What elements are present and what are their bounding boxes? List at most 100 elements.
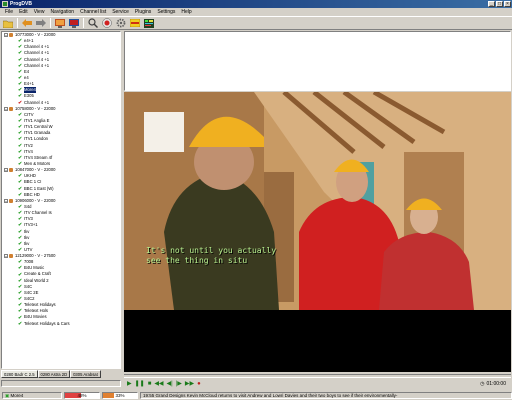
minimize-button[interactable]: _	[488, 1, 495, 7]
tab-arabsat[interactable]: 0305 Arabsat	[70, 370, 101, 378]
channel-status-icon: ✔	[18, 81, 23, 88]
menu-plugins[interactable]: Plugins	[132, 9, 154, 15]
channel-status-icon: ✔	[18, 246, 23, 253]
menu-help[interactable]: Help	[178, 9, 194, 15]
channel-status-icon: ✔	[18, 289, 23, 296]
scroll-bar[interactable]	[1, 380, 121, 387]
channel-status-icon: ✔	[18, 75, 23, 82]
play-icon[interactable]: ▶	[127, 380, 132, 388]
satellite-icon	[9, 106, 13, 111]
channel-status-icon: ✔	[18, 216, 23, 223]
monitor-icon[interactable]	[69, 18, 79, 28]
rewind-icon[interactable]: ◀◀	[154, 380, 163, 388]
collapse-icon[interactable]: −	[4, 254, 8, 259]
fast-rewind-icon[interactable]: ◀|	[167, 380, 173, 388]
subtitle: It's not until you actually see the thin…	[146, 246, 276, 266]
tab-badr[interactable]: 0280 Badr C 2.5	[1, 370, 38, 378]
channel-status-icon: ✔	[18, 302, 23, 309]
channel-status-icon: ✔	[18, 296, 23, 303]
menu-settings[interactable]: Settings	[154, 9, 178, 15]
forward-icon[interactable]: ▶▶	[185, 380, 194, 388]
channel-status-icon: ✔	[18, 210, 23, 217]
menu-view[interactable]: View	[31, 9, 48, 15]
satellite-icon	[9, 168, 13, 173]
channel-status-icon: ✔	[18, 204, 23, 210]
tab-number: 0280	[4, 372, 14, 377]
collapse-icon[interactable]: −	[4, 198, 8, 203]
video-area[interactable]: It's not until you actually see the thin…	[124, 92, 511, 372]
channel-status-icon: ✔	[18, 283, 23, 290]
menu-service[interactable]: Service	[109, 9, 132, 15]
channel-status-icon: ✔	[18, 87, 23, 94]
tv-icon[interactable]	[55, 18, 65, 28]
channel-status-icon: ✔	[18, 222, 23, 229]
record-icon[interactable]	[102, 18, 112, 28]
channel-item[interactable]: ✔ Teletext Holidays & Cars	[2, 321, 120, 327]
seek-slider[interactable]	[124, 374, 511, 378]
menu-file[interactable]: File	[2, 9, 16, 15]
status-channel-icon: ▣	[5, 393, 10, 398]
channel-status-icon: ✔	[18, 271, 23, 278]
channel-status-icon: ✔	[18, 124, 23, 131]
channel-status-icon: ✔	[18, 136, 23, 143]
video-frame: It's not until you actually see the thin…	[124, 92, 511, 310]
satellite-tabs: 0280 Badr C 2.5 0280 Astra 2D 0305 Arabs…	[1, 370, 121, 379]
channel-status-icon: ✔	[18, 228, 23, 235]
signal-level-bar: 48%	[64, 392, 100, 399]
settings-icon[interactable]	[116, 18, 126, 28]
tree-item-label: 10758000 - V - 22000	[15, 105, 56, 111]
maximize-button[interactable]: □	[496, 1, 503, 7]
fast-forward-icon[interactable]: |▶	[176, 380, 182, 388]
channel-status-icon: ✔	[18, 277, 23, 284]
channel-status-icon: ✔	[18, 111, 23, 118]
close-button[interactable]: ×	[504, 1, 511, 7]
channel-status-icon: ✔	[18, 191, 23, 198]
info-panel	[124, 31, 511, 91]
collapse-icon[interactable]: −	[4, 33, 8, 38]
pause-icon[interactable]: ❚❚	[135, 380, 145, 388]
stop-icon[interactable]: ■	[148, 380, 152, 388]
teletext-icon[interactable]	[144, 18, 154, 28]
toolbar-separator	[83, 18, 84, 28]
status-channel: ▣ More4	[2, 392, 62, 399]
channel-status-icon: ✔	[18, 173, 23, 180]
time-value: 01:00:00	[486, 381, 506, 387]
tab-astra[interactable]: 0280 Astra 2D	[37, 370, 71, 378]
menu-navigation[interactable]: Navigation	[47, 9, 77, 15]
channel-status-icon: ✔	[18, 185, 23, 192]
channel-status-icon: ✔	[18, 259, 23, 266]
menu-edit[interactable]: Edit	[16, 9, 31, 15]
channel-status-icon: ✔	[18, 314, 23, 321]
channel-status-icon: ✔	[18, 44, 23, 51]
search-icon[interactable]	[88, 18, 98, 28]
menu-channel-list[interactable]: Channel list	[77, 9, 109, 15]
channel-status-icon: ✔	[18, 50, 23, 57]
signal-quality-bar: 33%	[102, 392, 138, 399]
window-title: ProgDVB	[10, 1, 32, 7]
signal-quality-text: 33%	[115, 393, 125, 398]
channel-status-icon: ✔	[18, 161, 23, 168]
channel-status-icon: ✔	[18, 148, 23, 155]
channel-tree[interactable]: −10773000 - V - 22000 ✔ e4+1 ✔ Channel 4 +1 ✔…	[1, 31, 121, 369]
collapse-icon[interactable]: −	[4, 106, 8, 111]
status-bar: ▣ More4 48% 33% 19:55 Grand Designs Kevi…	[0, 391, 512, 400]
clock-icon: ◷	[480, 381, 485, 387]
toolbar	[0, 16, 512, 30]
tab-label: Badr C 2.5	[14, 372, 35, 377]
epg-icon[interactable]	[130, 18, 140, 28]
title-bar[interactable]: ProgDVB _ □ ×	[0, 0, 512, 8]
folder-icon[interactable]	[3, 18, 13, 28]
channel-status-icon: ✔	[18, 62, 23, 69]
forward-icon[interactable]	[36, 18, 46, 28]
channel-status-icon: ✔	[18, 130, 23, 137]
tab-number: 0305	[73, 372, 83, 377]
back-icon[interactable]	[22, 18, 32, 28]
channel-status-icon: ✔	[18, 142, 23, 149]
epg-status: 19:55 Grand Designs Kevin McCloud return…	[140, 392, 512, 399]
channel-status-icon: ✔	[18, 154, 23, 161]
channel-status-icon: ✔	[18, 240, 23, 247]
tree-item-label: Teletext Holidays & Cars	[24, 320, 70, 326]
channel-status-icon: ✔	[18, 99, 23, 106]
record-button-icon[interactable]: ●	[197, 380, 201, 388]
collapse-icon[interactable]: −	[4, 168, 8, 173]
